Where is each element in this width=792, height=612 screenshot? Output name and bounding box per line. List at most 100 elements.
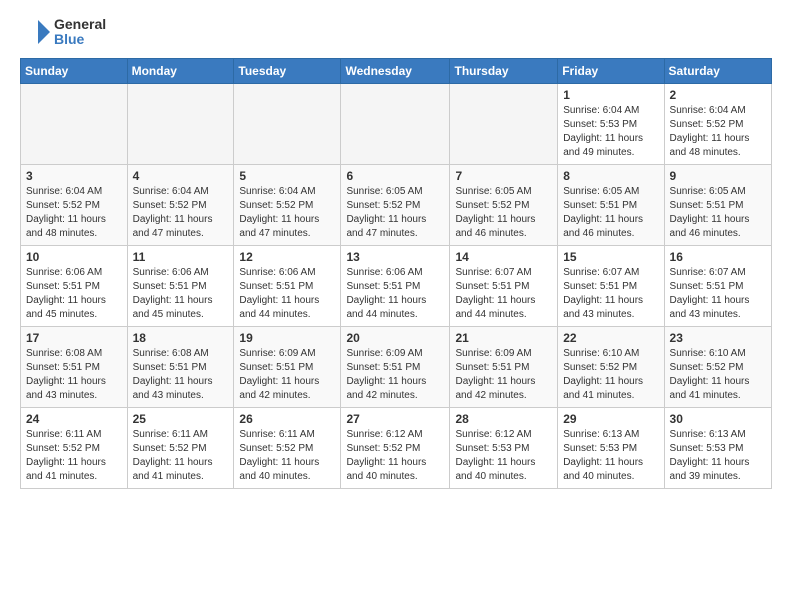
day-info: Sunrise: 6:06 AM Sunset: 5:51 PM Dayligh… <box>346 266 444 322</box>
day-info: Sunrise: 6:12 AM Sunset: 5:52 PM Dayligh… <box>346 428 444 484</box>
day-info: Sunrise: 6:07 AM Sunset: 5:51 PM Dayligh… <box>563 266 658 322</box>
day-info: Sunrise: 6:05 AM Sunset: 5:52 PM Dayligh… <box>455 185 552 241</box>
calendar-cell <box>234 84 341 165</box>
weekday-header-row: SundayMondayTuesdayWednesdayThursdayFrid… <box>21 59 772 84</box>
calendar-cell: 14 Sunrise: 6:07 AM Sunset: 5:51 PM Dayli… <box>450 246 558 327</box>
day-info: Sunrise: 6:04 AM Sunset: 5:52 PM Dayligh… <box>26 185 122 241</box>
weekday-header-tuesday: Tuesday <box>234 59 341 84</box>
day-info: Sunrise: 6:07 AM Sunset: 5:51 PM Dayligh… <box>670 266 766 322</box>
calendar-cell: 30 Sunrise: 6:13 AM Sunset: 5:53 PM Dayli… <box>664 408 771 489</box>
logo-text: General Blue <box>54 17 106 48</box>
day-number: 14 <box>455 250 552 264</box>
calendar-cell: 29 Sunrise: 6:13 AM Sunset: 5:53 PM Dayli… <box>558 408 664 489</box>
day-info: Sunrise: 6:08 AM Sunset: 5:51 PM Dayligh… <box>133 347 229 403</box>
day-number: 17 <box>26 331 122 345</box>
calendar-cell: 28 Sunrise: 6:12 AM Sunset: 5:53 PM Dayli… <box>450 408 558 489</box>
calendar-week-1: 1 Sunrise: 6:04 AM Sunset: 5:53 PM Daylig… <box>21 84 772 165</box>
calendar-table: SundayMondayTuesdayWednesdayThursdayFrid… <box>20 58 772 489</box>
day-info: Sunrise: 6:13 AM Sunset: 5:53 PM Dayligh… <box>670 428 766 484</box>
page: General Blue SundayMondayTuesdayWednesda… <box>0 0 792 499</box>
calendar-cell: 25Sunrise: 6:11 AM Sunset: 5:52 PM Dayli… <box>127 408 234 489</box>
calendar-cell <box>450 84 558 165</box>
day-number: 27 <box>346 412 444 426</box>
calendar-cell: 26Sunrise: 6:11 AM Sunset: 5:52 PM Dayli… <box>234 408 341 489</box>
calendar-cell: 8 Sunrise: 6:05 AM Sunset: 5:51 PM Daylig… <box>558 165 664 246</box>
day-info: Sunrise: 6:04 AM Sunset: 5:53 PM Dayligh… <box>563 104 658 160</box>
calendar-cell: 1 Sunrise: 6:04 AM Sunset: 5:53 PM Daylig… <box>558 84 664 165</box>
calendar-cell: 22Sunrise: 6:10 AM Sunset: 5:52 PM Dayli… <box>558 327 664 408</box>
day-info: Sunrise: 6:13 AM Sunset: 5:53 PM Dayligh… <box>563 428 658 484</box>
day-number: 28 <box>455 412 552 426</box>
calendar-cell: 4Sunrise: 6:04 AM Sunset: 5:52 PM Daylig… <box>127 165 234 246</box>
day-number: 20 <box>346 331 444 345</box>
day-info: Sunrise: 6:06 AM Sunset: 5:51 PM Dayligh… <box>239 266 335 322</box>
weekday-header-friday: Friday <box>558 59 664 84</box>
day-number: 8 <box>563 169 658 183</box>
calendar-cell: 15 Sunrise: 6:07 AM Sunset: 5:51 PM Dayli… <box>558 246 664 327</box>
day-number: 13 <box>346 250 444 264</box>
day-info: Sunrise: 6:04 AM Sunset: 5:52 PM Dayligh… <box>133 185 229 241</box>
day-number: 23 <box>670 331 766 345</box>
calendar-cell <box>21 84 128 165</box>
day-number: 9 <box>670 169 766 183</box>
calendar-cell: 11 Sunrise: 6:06 AM Sunset: 5:51 PM Dayli… <box>127 246 234 327</box>
calendar-cell: 7 Sunrise: 6:05 AM Sunset: 5:52 PM Daylig… <box>450 165 558 246</box>
calendar-cell: 27 Sunrise: 6:12 AM Sunset: 5:52 PM Dayli… <box>341 408 450 489</box>
day-info: Sunrise: 6:10 AM Sunset: 5:52 PM Dayligh… <box>563 347 658 403</box>
day-info: Sunrise: 6:07 AM Sunset: 5:51 PM Dayligh… <box>455 266 552 322</box>
day-info: Sunrise: 6:11 AM Sunset: 5:52 PM Dayligh… <box>26 428 122 484</box>
day-number: 6 <box>346 169 444 183</box>
day-info: Sunrise: 6:09 AM Sunset: 5:51 PM Dayligh… <box>455 347 552 403</box>
day-info: Sunrise: 6:04 AM Sunset: 5:52 PM Dayligh… <box>239 185 335 241</box>
day-number: 29 <box>563 412 658 426</box>
day-number: 3 <box>26 169 122 183</box>
calendar-cell: 6 Sunrise: 6:05 AM Sunset: 5:52 PM Daylig… <box>341 165 450 246</box>
weekday-header-thursday: Thursday <box>450 59 558 84</box>
day-number: 30 <box>670 412 766 426</box>
calendar-cell: 13 Sunrise: 6:06 AM Sunset: 5:51 PM Dayli… <box>341 246 450 327</box>
calendar-cell: 10 Sunrise: 6:06 AM Sunset: 5:51 PM Dayli… <box>21 246 128 327</box>
day-info: Sunrise: 6:06 AM Sunset: 5:51 PM Dayligh… <box>26 266 122 322</box>
logo-general: General <box>54 17 106 32</box>
day-number: 12 <box>239 250 335 264</box>
day-info: Sunrise: 6:09 AM Sunset: 5:51 PM Dayligh… <box>346 347 444 403</box>
day-info: Sunrise: 6:05 AM Sunset: 5:51 PM Dayligh… <box>563 185 658 241</box>
day-number: 18 <box>133 331 229 345</box>
calendar-cell <box>127 84 234 165</box>
calendar-cell: 19 Sunrise: 6:09 AM Sunset: 5:51 PM Dayli… <box>234 327 341 408</box>
calendar-cell: 23 Sunrise: 6:10 AM Sunset: 5:52 PM Dayli… <box>664 327 771 408</box>
day-info: Sunrise: 6:10 AM Sunset: 5:52 PM Dayligh… <box>670 347 766 403</box>
day-number: 1 <box>563 88 658 102</box>
calendar-cell: 24Sunrise: 6:11 AM Sunset: 5:52 PM Dayli… <box>21 408 128 489</box>
weekday-header-saturday: Saturday <box>664 59 771 84</box>
logo-blue: Blue <box>54 32 106 47</box>
calendar-cell: 21Sunrise: 6:09 AM Sunset: 5:51 PM Dayli… <box>450 327 558 408</box>
day-info: Sunrise: 6:09 AM Sunset: 5:51 PM Dayligh… <box>239 347 335 403</box>
day-info: Sunrise: 6:11 AM Sunset: 5:52 PM Dayligh… <box>239 428 335 484</box>
calendar-cell: 9 Sunrise: 6:05 AM Sunset: 5:51 PM Daylig… <box>664 165 771 246</box>
day-number: 16 <box>670 250 766 264</box>
calendar-cell: 20 Sunrise: 6:09 AM Sunset: 5:51 PM Dayli… <box>341 327 450 408</box>
calendar-week-5: 24Sunrise: 6:11 AM Sunset: 5:52 PM Dayli… <box>21 408 772 489</box>
day-number: 15 <box>563 250 658 264</box>
header: General Blue <box>20 16 772 48</box>
day-info: Sunrise: 6:06 AM Sunset: 5:51 PM Dayligh… <box>133 266 229 322</box>
calendar-week-3: 10 Sunrise: 6:06 AM Sunset: 5:51 PM Dayli… <box>21 246 772 327</box>
weekday-header-wednesday: Wednesday <box>341 59 450 84</box>
logo: General Blue <box>20 16 106 48</box>
day-info: Sunrise: 6:05 AM Sunset: 5:51 PM Dayligh… <box>670 185 766 241</box>
day-info: Sunrise: 6:12 AM Sunset: 5:53 PM Dayligh… <box>455 428 552 484</box>
day-number: 11 <box>133 250 229 264</box>
day-number: 5 <box>239 169 335 183</box>
day-number: 10 <box>26 250 122 264</box>
calendar-cell: 3 Sunrise: 6:04 AM Sunset: 5:52 PM Daylig… <box>21 165 128 246</box>
day-info: Sunrise: 6:08 AM Sunset: 5:51 PM Dayligh… <box>26 347 122 403</box>
calendar-cell: 17 Sunrise: 6:08 AM Sunset: 5:51 PM Dayli… <box>21 327 128 408</box>
calendar-week-2: 3 Sunrise: 6:04 AM Sunset: 5:52 PM Daylig… <box>21 165 772 246</box>
day-info: Sunrise: 6:05 AM Sunset: 5:52 PM Dayligh… <box>346 185 444 241</box>
weekday-header-sunday: Sunday <box>21 59 128 84</box>
day-number: 2 <box>670 88 766 102</box>
day-number: 19 <box>239 331 335 345</box>
logo-svg <box>20 16 52 48</box>
day-number: 7 <box>455 169 552 183</box>
